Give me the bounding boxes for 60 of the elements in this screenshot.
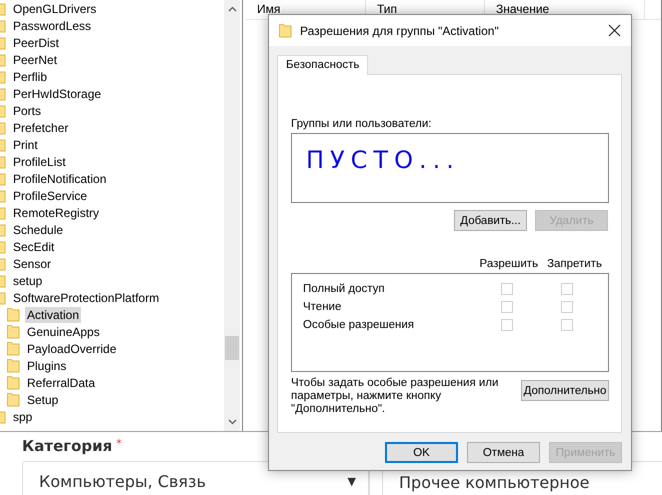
tree-item[interactable]: Plugins	[25, 358, 68, 374]
close-icon[interactable]	[608, 24, 621, 37]
tree-item[interactable]: PeerDist	[11, 34, 62, 50]
hint-text: Чтобы задать особые разрешения или параметры, нажмите кнопку "Дополнительно".	[291, 377, 500, 416]
folder-icon	[7, 341, 20, 356]
column-header: Запретить	[547, 258, 602, 270]
tab[interactable]: Безопасность	[277, 55, 368, 75]
add-button[interactable]: Добавить...	[454, 210, 527, 231]
tree-item[interactable]: Sensor	[11, 256, 54, 272]
checkbox[interactable]	[501, 283, 513, 295]
folder-icon	[7, 375, 20, 390]
column-header: Разрешить	[480, 258, 538, 270]
tree-item[interactable]: GenuineApps	[25, 324, 102, 340]
scroll-down-icon	[228, 419, 236, 425]
tree-item[interactable]: SecEdit	[11, 238, 56, 254]
folder-icon	[7, 324, 20, 339]
tree-item[interactable]: Print	[11, 136, 40, 152]
checkbox[interactable]	[501, 301, 513, 313]
required-mark: *	[116, 437, 122, 450]
tree-item[interactable]: RemoteRegistry	[11, 204, 102, 220]
tree-item[interactable]: PeerNet	[11, 52, 60, 68]
tree-item[interactable]: Perflib	[11, 68, 50, 84]
cancel-button[interactable]: Отмена	[467, 442, 540, 463]
tree-item[interactable]: PayloadOverride	[25, 340, 118, 356]
checkbox[interactable]	[501, 319, 513, 331]
groups-list[interactable]: ПУСТО...	[291, 133, 609, 203]
tree-item[interactable]: ProfileNotification	[11, 170, 108, 186]
checkbox[interactable]	[561, 301, 573, 313]
permission-name: Особые разрешения	[303, 319, 416, 331]
checkbox[interactable]	[561, 319, 573, 331]
folder-icon	[7, 392, 20, 407]
tree-item[interactable]: OpenGLDrivers	[11, 0, 98, 16]
tree-item[interactable]: Prefetcher	[11, 120, 70, 136]
tree-item[interactable]: PasswordLess	[11, 18, 94, 34]
scroll-up-icon	[228, 6, 236, 12]
ok-button[interactable]: OK	[385, 442, 458, 463]
tree-item[interactable]: setup	[11, 272, 44, 288]
tree-item[interactable]: ProfileList	[11, 154, 68, 170]
tree-item[interactable]: ProfileService	[11, 188, 90, 204]
folder-icon	[7, 307, 20, 322]
tree-item[interactable]: Schedule	[11, 222, 66, 238]
scrollbar[interactable]	[224, 0, 240, 431]
tree-item[interactable]: spp	[11, 408, 34, 424]
tree-item[interactable]: Ports	[11, 102, 44, 118]
checkbox[interactable]	[561, 283, 573, 295]
handwritten-text: ПУСТО...	[306, 146, 460, 176]
tree-item[interactable]: ReferralData	[25, 374, 98, 390]
window-title: Разрешения для группы "Activation"	[300, 24, 500, 38]
permission-name: Полный доступ	[303, 283, 386, 295]
tree-item[interactable]: SoftwareProtectionPlatform	[11, 290, 162, 306]
tree-item[interactable]: Activation	[25, 306, 82, 322]
permission-name: Чтение	[303, 301, 342, 313]
field-label: Категория	[22, 437, 112, 455]
scrollbar-thumb[interactable]	[225, 336, 239, 360]
tree-item[interactable]: PerHwIdStorage	[11, 86, 104, 102]
folder-icon	[279, 23, 293, 38]
groups-label: Группы или пользователи:	[291, 118, 432, 130]
folder-icon	[7, 358, 20, 373]
advanced-button[interactable]: Дополнительно	[521, 380, 609, 401]
tree-item[interactable]: Setup	[25, 392, 60, 408]
